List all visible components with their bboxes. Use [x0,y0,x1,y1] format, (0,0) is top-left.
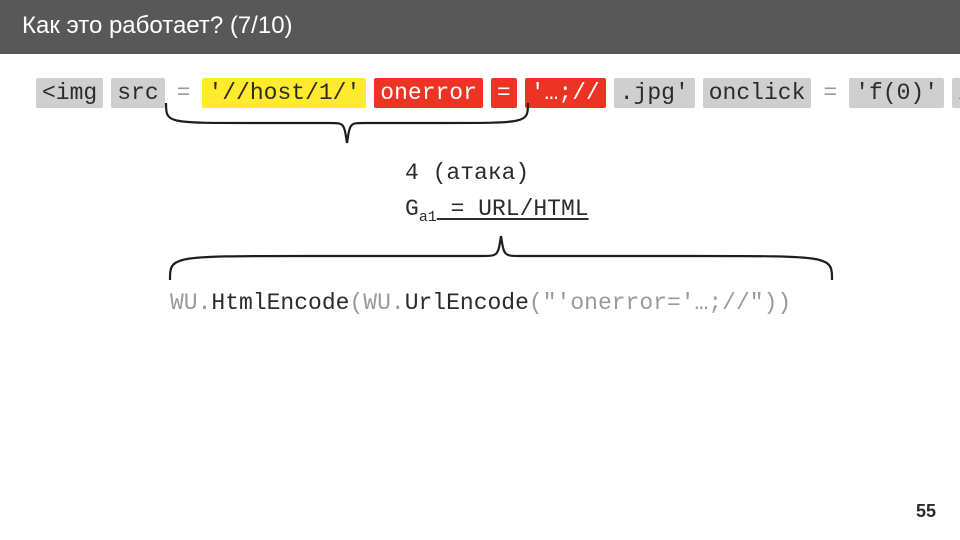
sol-dot-2: . [391,290,405,316]
sol-rparen: )) [764,290,792,316]
token-tag-close: /> [952,78,960,108]
annotation-line-2: Ga1 = URL/HTML [405,192,589,230]
token-jpg-tail: .jpg' [614,78,695,108]
g-label: G [405,196,419,222]
sol-wu-2: WU [363,290,391,316]
token-attr-src: src [111,78,164,108]
brace-top [162,99,532,151]
token-tag-open: <img [36,78,103,108]
sol-string: "'onerror='…;//" [543,290,764,316]
token-onclick-value: 'f(0)' [849,78,944,108]
slide-title: Как это работает? (7/10) [0,0,960,54]
sol-lparen-2: ( [529,290,543,316]
token-onerror-value: '…;// [525,78,606,108]
slide: Как это работает? (7/10) <img src = '//h… [0,0,960,540]
slide-content: <img src = '//host/1/' onerror = '…;// .… [0,54,960,108]
brace-bottom [166,232,836,288]
page-number: 55 [916,501,936,522]
sol-urlencode: UrlEncode [405,290,529,316]
sol-lparen-1: ( [349,290,363,316]
sol-htmlencode: HtmlEncode [211,290,349,316]
annotation: 4 (атака) Ga1 = URL/HTML [405,156,589,229]
sol-dot-1: . [198,290,212,316]
g-rest: = URL/HTML [437,196,589,222]
token-attr-onclick: onclick [703,78,812,108]
g-sub: a1 [419,210,437,226]
sol-wu-1: WU [170,290,198,316]
annotation-line-1: 4 (атака) [405,156,589,192]
token-eq-3: = [819,78,841,108]
solution-line: WU.HtmlEncode(WU.UrlEncode("'onerror='…;… [170,290,791,316]
